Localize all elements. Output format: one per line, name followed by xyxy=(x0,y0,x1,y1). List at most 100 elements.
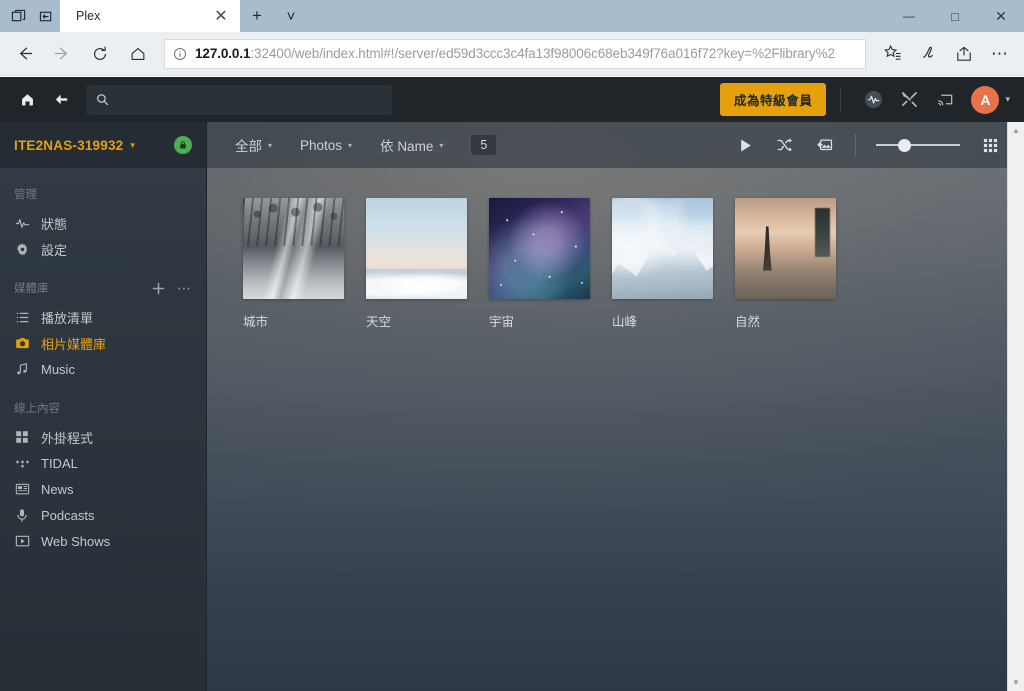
photo-card[interactable]: 山峰 xyxy=(612,198,713,330)
photo-card[interactable]: 自然 xyxy=(735,198,836,330)
sidebar-item-plugins[interactable]: 外掛程式 xyxy=(0,424,206,450)
plex-back-icon[interactable] xyxy=(44,83,78,117)
play-box-icon xyxy=(14,534,30,548)
slider-track xyxy=(876,144,960,146)
sidebar-item-web-shows[interactable]: Web Shows xyxy=(0,528,206,554)
photo-title: 天空 xyxy=(366,315,392,329)
sidebar-group-label-text: 線上內容 xyxy=(14,403,60,415)
activity-icon xyxy=(14,216,30,231)
grid-view-icon[interactable] xyxy=(970,129,1010,161)
sidebar-item-label: Music xyxy=(41,361,75,377)
back-icon[interactable] xyxy=(6,36,42,72)
user-menu[interactable]: A ▾ xyxy=(971,85,1010,114)
lock-icon xyxy=(174,136,192,154)
photo-grid: 城市 天空 宇宙 山峰 自然 xyxy=(207,168,1024,330)
filter-type-dropdown[interactable]: Photos ▾ xyxy=(300,138,352,153)
maximize-button[interactable]: □ xyxy=(932,0,978,32)
sidebar-item-status[interactable]: 狀態 xyxy=(0,210,206,236)
sidebar-item-photo-library[interactable]: 相片媒體庫 xyxy=(0,330,206,356)
plexpass-upsell-button[interactable]: 成為特級會員 xyxy=(719,83,827,116)
share-icon[interactable] xyxy=(946,36,982,72)
favorites-icon[interactable] xyxy=(874,36,910,72)
plex-header: 成為特級會員 A ▾ xyxy=(0,77,1024,122)
titlebar-system-icons xyxy=(0,0,60,32)
set-aside-tabs-icon[interactable] xyxy=(32,0,60,32)
filter-type-label: Photos xyxy=(300,137,343,153)
toolbar-divider xyxy=(855,134,856,156)
music-note-icon xyxy=(14,362,30,377)
sidebar-group-label: 線上內容 xyxy=(0,400,206,416)
address-bar[interactable]: 127.0.0.1:32400/web/index.html#!/server/… xyxy=(164,38,866,69)
sidebar-item-news[interactable]: News xyxy=(0,476,206,502)
sidebar-item-settings[interactable]: 設定 xyxy=(0,236,206,262)
sidebar-item-label: 相片媒體庫 xyxy=(41,336,107,352)
chevron-down-icon: ▾ xyxy=(1005,94,1010,104)
scroll-down-arrow-icon[interactable]: ▼ xyxy=(1008,674,1024,691)
photo-title: 自然 xyxy=(735,315,761,329)
sidebar-item-label: 狀態 xyxy=(41,216,68,232)
photo-thumbnail[interactable] xyxy=(243,198,344,299)
chevron-down-icon: ▾ xyxy=(439,140,444,150)
filter-all-dropdown[interactable]: 全部 ▾ xyxy=(235,135,272,155)
play-icon[interactable] xyxy=(725,129,765,161)
scroll-up-arrow-icon[interactable]: ▲ xyxy=(1008,122,1024,139)
vertical-scrollbar[interactable]: ▲ ▼ xyxy=(1007,122,1024,691)
sidebar-item-music[interactable]: Music xyxy=(0,356,206,382)
more-options-icon[interactable]: ⋯ xyxy=(982,36,1018,72)
web-note-icon[interactable] xyxy=(910,36,946,72)
titlebar: Plex ✕ + ˅ — □ ✕ xyxy=(0,0,1024,32)
sort-label: 依 Name xyxy=(380,139,434,154)
cast-icon[interactable] xyxy=(927,83,963,117)
photo-title: 山峰 xyxy=(612,315,638,329)
sidebar-item-podcasts[interactable]: Podcasts xyxy=(0,502,206,528)
scrollbar-track[interactable] xyxy=(1007,139,1024,674)
forward-icon[interactable] xyxy=(44,36,80,72)
add-library-icon[interactable] xyxy=(152,282,165,295)
content-area: 全部 ▾ Photos ▾ 依 Name ▾ 5 城市 天空 宇宙 山峰 自然 … xyxy=(207,122,1024,691)
photo-card[interactable]: 宇宙 xyxy=(489,198,590,330)
sidebar-item-label: News xyxy=(41,481,74,497)
sidebar-group-label-text: 管理 xyxy=(14,189,37,201)
tab-title: Plex xyxy=(76,9,101,23)
plex-body: ITE2NAS-319932 ▾ 管理 狀態 設定 媒體庫 ⋯ 播放清單 相片媒… xyxy=(0,122,1024,691)
titlebar-drag-region xyxy=(308,0,886,32)
site-info-icon[interactable] xyxy=(173,47,187,61)
photo-card[interactable]: 天空 xyxy=(366,198,467,330)
plex-search-box[interactable] xyxy=(86,84,392,115)
photo-thumbnail[interactable] xyxy=(489,198,590,299)
activity-icon[interactable] xyxy=(855,83,891,117)
tab-preview-icon[interactable] xyxy=(4,0,32,32)
sidebar-item-label: Web Shows xyxy=(41,533,111,549)
photo-thumbnail[interactable] xyxy=(612,198,713,299)
refresh-icon[interactable] xyxy=(82,36,118,72)
tidal-icon xyxy=(14,457,30,470)
tab-close-icon[interactable]: ✕ xyxy=(210,5,232,27)
home-icon[interactable] xyxy=(120,36,156,72)
tab-list-chevron-down-icon[interactable]: ˅ xyxy=(274,0,308,32)
sidebar-item-playlists[interactable]: 播放清單 xyxy=(0,304,206,330)
sort-dropdown[interactable]: 依 Name ▾ xyxy=(380,135,443,155)
photo-thumbnail[interactable] xyxy=(366,198,467,299)
photo-thumbnail[interactable] xyxy=(735,198,836,299)
new-tab-button[interactable]: + xyxy=(240,0,274,32)
plex-home-icon[interactable] xyxy=(10,83,44,117)
sidebar-group-libraries: 媒體庫 ⋯ 播放清單 相片媒體庫 Music xyxy=(0,280,206,382)
add-to-playlist-icon[interactable] xyxy=(805,129,845,161)
sidebar-item-label: 設定 xyxy=(41,242,68,258)
search-input[interactable] xyxy=(118,92,382,107)
photo-card[interactable]: 城市 xyxy=(243,198,344,330)
minimize-button[interactable]: — xyxy=(886,0,932,32)
sidebar-item-label: 播放清單 xyxy=(41,310,94,326)
sidebar-group-label: 媒體庫 ⋯ xyxy=(0,280,206,296)
thumbnail-size-slider[interactable] xyxy=(876,138,960,152)
microphone-icon xyxy=(14,508,30,523)
browser-tab-plex[interactable]: Plex ✕ xyxy=(60,0,240,32)
slider-knob[interactable] xyxy=(898,138,911,152)
server-selector[interactable]: ITE2NAS-319932 ▾ xyxy=(0,122,206,168)
shuffle-icon[interactable] xyxy=(765,129,805,161)
library-more-icon[interactable]: ⋯ xyxy=(177,281,192,295)
avatar: A xyxy=(971,85,1000,114)
close-button[interactable]: ✕ xyxy=(978,0,1024,32)
tools-icon[interactable] xyxy=(891,83,927,117)
sidebar-item-tidal[interactable]: TIDAL xyxy=(0,450,206,476)
